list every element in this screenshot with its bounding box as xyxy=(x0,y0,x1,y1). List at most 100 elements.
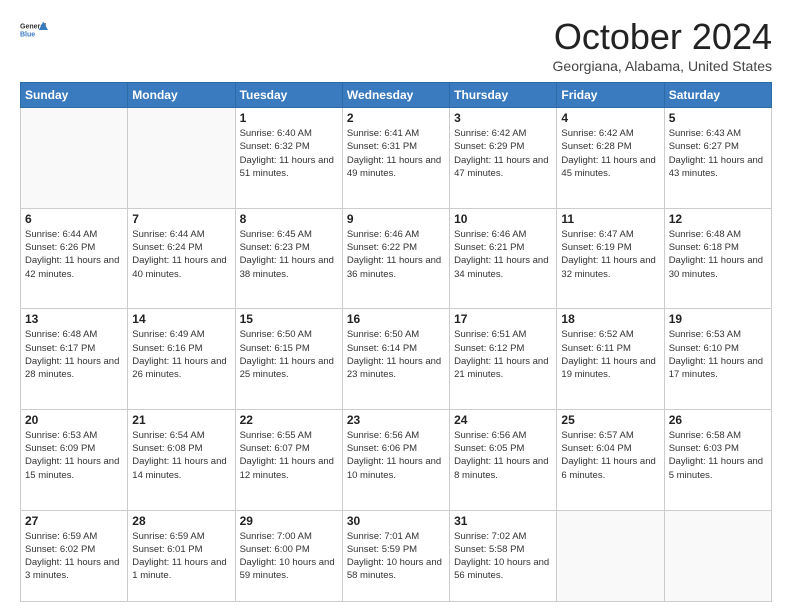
day-number: 21 xyxy=(132,413,230,427)
day-number: 20 xyxy=(25,413,123,427)
calendar-day-cell: 13 Sunrise: 6:48 AM Sunset: 6:17 PM Dayli… xyxy=(21,309,128,410)
calendar-day-cell: 10Sunrise: 6:46 AM Sunset: 6:21 PM Dayli… xyxy=(450,208,557,309)
calendar-day-header: Wednesday xyxy=(342,83,449,108)
day-number: 12 xyxy=(669,212,767,226)
day-number: 25 xyxy=(561,413,659,427)
day-info: Sunrise: 6:54 AM Sunset: 6:08 PM Dayligh… xyxy=(132,429,230,482)
day-number: 27 xyxy=(25,514,123,528)
day-info: Sunrise: 6:41 AM Sunset: 6:31 PM Dayligh… xyxy=(347,127,445,180)
day-info: Sunrise: 6:50 AM Sunset: 6:15 PM Dayligh… xyxy=(240,328,338,381)
day-info: Sunrise: 6:59 AM Sunset: 6:02 PM Dayligh… xyxy=(25,530,123,583)
calendar-day-cell: 30 Sunrise: 7:01 AM Sunset: 5:59 PM Dayli… xyxy=(342,510,449,602)
day-info: Sunrise: 6:56 AM Sunset: 6:06 PM Dayligh… xyxy=(347,429,445,482)
day-info: Sunrise: 6:46 AM Sunset: 6:22 PM Dayligh… xyxy=(347,228,445,281)
day-info: Sunrise: 6:56 AM Sunset: 6:05 PM Dayligh… xyxy=(454,429,552,482)
calendar-day-cell: 23 Sunrise: 6:56 AM Sunset: 6:06 PM Dayli… xyxy=(342,409,449,510)
month-title: October 2024 xyxy=(553,16,772,58)
day-info: Sunrise: 6:44 AM Sunset: 6:24 PM Dayligh… xyxy=(132,228,230,281)
calendar-day-cell: 19 Sunrise: 6:53 AM Sunset: 6:10 PM Dayli… xyxy=(664,309,771,410)
calendar-day-cell: 9Sunrise: 6:46 AM Sunset: 6:22 PM Daylig… xyxy=(342,208,449,309)
calendar-day-cell: 4Sunrise: 6:42 AM Sunset: 6:28 PM Daylig… xyxy=(557,108,664,209)
calendar-day-cell xyxy=(21,108,128,209)
day-number: 7 xyxy=(132,212,230,226)
day-number: 30 xyxy=(347,514,445,528)
day-info: Sunrise: 6:49 AM Sunset: 6:16 PM Dayligh… xyxy=(132,328,230,381)
calendar-day-cell: 21 Sunrise: 6:54 AM Sunset: 6:08 PM Dayli… xyxy=(128,409,235,510)
calendar-table: SundayMondayTuesdayWednesdayThursdayFrid… xyxy=(20,82,772,602)
calendar-day-cell: 18Sunrise: 6:52 AM Sunset: 6:11 PM Dayli… xyxy=(557,309,664,410)
calendar-day-cell xyxy=(128,108,235,209)
calendar-week-row: 1Sunrise: 6:40 AM Sunset: 6:32 PM Daylig… xyxy=(21,108,772,209)
day-info: Sunrise: 6:45 AM Sunset: 6:23 PM Dayligh… xyxy=(240,228,338,281)
day-info: Sunrise: 6:58 AM Sunset: 6:03 PM Dayligh… xyxy=(669,429,767,482)
day-info: Sunrise: 6:46 AM Sunset: 6:21 PM Dayligh… xyxy=(454,228,552,281)
day-number: 11 xyxy=(561,212,659,226)
day-info: Sunrise: 6:55 AM Sunset: 6:07 PM Dayligh… xyxy=(240,429,338,482)
day-info: Sunrise: 6:48 AM Sunset: 6:17 PM Dayligh… xyxy=(25,328,123,381)
calendar-day-cell: 1Sunrise: 6:40 AM Sunset: 6:32 PM Daylig… xyxy=(235,108,342,209)
calendar-day-header: Friday xyxy=(557,83,664,108)
calendar-day-cell: 25 Sunrise: 6:57 AM Sunset: 6:04 PM Dayli… xyxy=(557,409,664,510)
header: GeneralBlue October 2024 Georgiana, Alab… xyxy=(20,16,772,74)
calendar-week-row: 6 Sunrise: 6:44 AM Sunset: 6:26 PM Daylig… xyxy=(21,208,772,309)
day-info: Sunrise: 6:47 AM Sunset: 6:19 PM Dayligh… xyxy=(561,228,659,281)
day-number: 14 xyxy=(132,312,230,326)
day-number: 31 xyxy=(454,514,552,528)
day-number: 19 xyxy=(669,312,767,326)
day-number: 24 xyxy=(454,413,552,427)
day-number: 15 xyxy=(240,312,338,326)
calendar-day-cell xyxy=(557,510,664,602)
svg-text:Blue: Blue xyxy=(20,32,35,39)
calendar-day-cell: 26 Sunrise: 6:58 AM Sunset: 6:03 PM Dayli… xyxy=(664,409,771,510)
calendar-day-header: Saturday xyxy=(664,83,771,108)
calendar-day-cell: 5 Sunrise: 6:43 AM Sunset: 6:27 PM Daylig… xyxy=(664,108,771,209)
calendar-day-cell xyxy=(664,510,771,602)
calendar-day-cell: 11 Sunrise: 6:47 AM Sunset: 6:19 PM Dayli… xyxy=(557,208,664,309)
day-number: 6 xyxy=(25,212,123,226)
day-info: Sunrise: 7:02 AM Sunset: 5:58 PM Dayligh… xyxy=(454,530,552,583)
calendar-day-cell: 27 Sunrise: 6:59 AM Sunset: 6:02 PM Dayli… xyxy=(21,510,128,602)
calendar-day-cell: 15 Sunrise: 6:50 AM Sunset: 6:15 PM Dayli… xyxy=(235,309,342,410)
calendar-day-cell: 8 Sunrise: 6:45 AM Sunset: 6:23 PM Daylig… xyxy=(235,208,342,309)
day-info: Sunrise: 6:48 AM Sunset: 6:18 PM Dayligh… xyxy=(669,228,767,281)
day-info: Sunrise: 6:42 AM Sunset: 6:29 PM Dayligh… xyxy=(454,127,552,180)
calendar-day-cell: 22 Sunrise: 6:55 AM Sunset: 6:07 PM Dayli… xyxy=(235,409,342,510)
day-info: Sunrise: 6:57 AM Sunset: 6:04 PM Dayligh… xyxy=(561,429,659,482)
day-number: 17 xyxy=(454,312,552,326)
day-number: 2 xyxy=(347,111,445,125)
day-info: Sunrise: 7:01 AM Sunset: 5:59 PM Dayligh… xyxy=(347,530,445,583)
day-number: 13 xyxy=(25,312,123,326)
day-info: Sunrise: 6:59 AM Sunset: 6:01 PM Dayligh… xyxy=(132,530,230,583)
day-info: Sunrise: 6:53 AM Sunset: 6:09 PM Dayligh… xyxy=(25,429,123,482)
calendar-day-cell: 17 Sunrise: 6:51 AM Sunset: 6:12 PM Dayli… xyxy=(450,309,557,410)
day-info: Sunrise: 6:43 AM Sunset: 6:27 PM Dayligh… xyxy=(669,127,767,180)
day-number: 8 xyxy=(240,212,338,226)
day-number: 28 xyxy=(132,514,230,528)
day-info: Sunrise: 6:51 AM Sunset: 6:12 PM Dayligh… xyxy=(454,328,552,381)
day-number: 5 xyxy=(669,111,767,125)
calendar-header-row: SundayMondayTuesdayWednesdayThursdayFrid… xyxy=(21,83,772,108)
calendar-day-cell: 2 Sunrise: 6:41 AM Sunset: 6:31 PM Daylig… xyxy=(342,108,449,209)
calendar-day-cell: 31 Sunrise: 7:02 AM Sunset: 5:58 PM Dayli… xyxy=(450,510,557,602)
day-number: 23 xyxy=(347,413,445,427)
calendar-day-cell: 16Sunrise: 6:50 AM Sunset: 6:14 PM Dayli… xyxy=(342,309,449,410)
day-number: 18 xyxy=(561,312,659,326)
calendar-day-header: Sunday xyxy=(21,83,128,108)
calendar-day-header: Thursday xyxy=(450,83,557,108)
calendar-day-cell: 20 Sunrise: 6:53 AM Sunset: 6:09 PM Dayli… xyxy=(21,409,128,510)
calendar-week-row: 13 Sunrise: 6:48 AM Sunset: 6:17 PM Dayli… xyxy=(21,309,772,410)
day-info: Sunrise: 6:44 AM Sunset: 6:26 PM Dayligh… xyxy=(25,228,123,281)
calendar-week-row: 27 Sunrise: 6:59 AM Sunset: 6:02 PM Dayli… xyxy=(21,510,772,602)
subtitle: Georgiana, Alabama, United States xyxy=(553,58,772,74)
calendar-day-cell: 28 Sunrise: 6:59 AM Sunset: 6:01 PM Dayli… xyxy=(128,510,235,602)
day-info: Sunrise: 6:53 AM Sunset: 6:10 PM Dayligh… xyxy=(669,328,767,381)
calendar-day-cell: 29Sunrise: 7:00 AM Sunset: 6:00 PM Dayli… xyxy=(235,510,342,602)
day-number: 22 xyxy=(240,413,338,427)
calendar-day-cell: 3Sunrise: 6:42 AM Sunset: 6:29 PM Daylig… xyxy=(450,108,557,209)
calendar-week-row: 20 Sunrise: 6:53 AM Sunset: 6:09 PM Dayli… xyxy=(21,409,772,510)
calendar-day-cell: 24 Sunrise: 6:56 AM Sunset: 6:05 PM Dayli… xyxy=(450,409,557,510)
calendar-day-cell: 7 Sunrise: 6:44 AM Sunset: 6:24 PM Daylig… xyxy=(128,208,235,309)
day-number: 26 xyxy=(669,413,767,427)
day-info: Sunrise: 6:50 AM Sunset: 6:14 PM Dayligh… xyxy=(347,328,445,381)
calendar-day-cell: 6 Sunrise: 6:44 AM Sunset: 6:26 PM Daylig… xyxy=(21,208,128,309)
